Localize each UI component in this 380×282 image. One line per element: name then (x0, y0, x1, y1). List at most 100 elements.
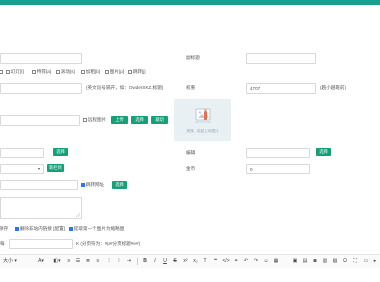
font-color-button[interactable]: A▾ (36, 258, 46, 265)
source-input[interactable] (0, 148, 44, 158)
option-label: 删除非站内链接 [配置] (19, 226, 65, 231)
image-icon[interactable]: ▣ (292, 258, 298, 265)
list-icon[interactable]: ⁝ (106, 258, 112, 265)
checkbox-icon (56, 69, 60, 74)
thumbnail-input[interactable] (0, 115, 80, 126)
resize-handle-icon (76, 213, 80, 217)
justify-icon[interactable]: ≡ (95, 258, 101, 265)
attachment-icon[interactable]: ▧ (332, 258, 338, 265)
flag-f[interactable]: 幻灯[f] (6, 69, 24, 75)
special-char-icon[interactable]: Ω (342, 258, 348, 265)
option-label: 保存 (0, 226, 9, 231)
checkbox-checked-icon (81, 182, 85, 187)
flag-label: 滚动[s] (60, 69, 75, 74)
editor-toolbar: 大小 ▾ A▾ ◧▾ ≡ ☰ ≣ ≡ ⁝ ⁞ ⇥ B I U S x² x₂ T… (0, 254, 380, 269)
checkbox-icon (32, 69, 36, 74)
title-input[interactable] (0, 53, 82, 64)
superscript-icon[interactable]: x² (182, 258, 189, 265)
clear-format-icon[interactable]: T (202, 258, 208, 265)
flag-h[interactable] (0, 69, 4, 75)
font-size-label: 大小 (3, 258, 14, 264)
bold-icon[interactable]: B (142, 258, 148, 265)
editor-body[interactable] (0, 268, 380, 282)
column-select[interactable]: ▾ (0, 164, 44, 174)
jump-url-checkbox[interactable]: 跳转网址 (81, 182, 104, 188)
table-icon[interactable]: ▦ (273, 258, 279, 265)
html-source-icon[interactable]: ▭ (362, 258, 370, 265)
italic-icon[interactable]: I (152, 258, 158, 265)
checkbox-checked-icon (69, 226, 73, 231)
flag-b[interactable]: 加粗[b] (81, 69, 100, 75)
align-left-icon[interactable]: ≡ (66, 258, 72, 265)
upload-button[interactable]: 上传 (111, 116, 128, 124)
bg-color-button[interactable]: ◧▾ (52, 258, 62, 265)
weight-value: 4707 (250, 86, 261, 91)
media-icon[interactable]: ◙ (312, 258, 318, 265)
option-save-images[interactable]: 保存 (0, 226, 8, 232)
flag-label: 跳转[j] (132, 69, 146, 74)
remote-image-label: 远程图片 (87, 117, 107, 122)
code-icon[interactable]: </> (222, 258, 230, 265)
option-first-image-thumb[interactable]: 提取第一个图片为缩略图 (69, 226, 124, 232)
font-size-select[interactable]: 大小 ▾ (3, 258, 25, 265)
subscript-icon[interactable]: x₂ (192, 258, 199, 265)
money-input[interactable]: 0 (246, 164, 310, 174)
keywords-input[interactable] (0, 83, 82, 94)
money-value: 0 (250, 167, 253, 172)
flag-label: 幻灯[f] (10, 69, 24, 74)
description-textarea[interactable] (0, 197, 82, 219)
checkbox-icon (105, 69, 109, 74)
file-icon[interactable]: ▥ (322, 258, 328, 265)
author-input[interactable] (246, 148, 310, 158)
crop-button[interactable]: 裁切 (151, 116, 168, 124)
jump-url-label: 跳转网址 (85, 182, 105, 187)
flag-a[interactable]: 特荐[a] (32, 69, 51, 75)
flag-p[interactable]: 图片[p] (105, 69, 124, 75)
quote-icon[interactable]: ❝ (212, 258, 219, 265)
link-icon[interactable]: ⚭ (233, 258, 239, 265)
upload-image-icon (195, 108, 211, 123)
redo-icon[interactable]: ↷ (253, 258, 259, 265)
money-label: 金币 (186, 166, 196, 171)
weight-input[interactable]: 4707 (246, 83, 316, 94)
top-accent-bar (0, 0, 380, 5)
checkbox-icon (6, 69, 10, 74)
select-image-button[interactable]: 选择 (131, 116, 148, 124)
align-center-icon[interactable]: ☰ (75, 258, 81, 265)
paging-prefix: 每 (0, 241, 5, 246)
video-icon[interactable]: ▤ (302, 258, 308, 265)
fullscreen-icon[interactable]: ⛶ (352, 258, 358, 265)
subtitle-input[interactable] (246, 53, 316, 64)
paging-unit: K (分页符为：#p#分页标题#e#) (76, 241, 141, 246)
weight-hint: (越小越靠前) (320, 85, 347, 90)
option-remove-links[interactable]: 删除非站内链接 [配置] (15, 226, 65, 232)
remote-image-checkbox[interactable]: 远程图片 (83, 117, 106, 123)
undo-icon[interactable]: ↶ (243, 258, 249, 265)
checkbox-icon (81, 69, 85, 74)
more-icon[interactable]: ▸ (372, 258, 378, 265)
new-column-button[interactable]: 新栏目 (47, 164, 64, 172)
paging-size-input[interactable] (9, 239, 73, 249)
flag-label: 特荐[a] (36, 69, 52, 74)
indent-icon[interactable]: ⇥ (126, 258, 132, 265)
content-options-row: 保存 删除非站内链接 [配置] 提取第一个图片为缩略图 (0, 226, 200, 233)
author-label: 编辑 (186, 150, 196, 155)
emoji-icon[interactable]: ☺ (263, 258, 269, 265)
align-right-icon[interactable]: ≣ (85, 258, 91, 265)
flag-s[interactable]: 滚动[s] (56, 69, 75, 75)
image-upload-area[interactable]: 拖拽、粘贴上传图片 (174, 99, 231, 141)
strikethrough-icon[interactable]: S (172, 258, 178, 265)
list-numbered-icon[interactable]: ⁞ (116, 258, 122, 265)
chevron-down-icon: ▾ (38, 166, 41, 171)
jump-url-input[interactable] (0, 180, 78, 190)
toolbar-divider (137, 258, 138, 265)
choose-jump-button[interactable]: 选择 (112, 181, 127, 189)
choose-source-button[interactable]: 选择 (53, 148, 68, 156)
flag-label: 加粗[b] (85, 69, 101, 74)
weight-label: 权重 (186, 85, 196, 90)
choose-author-button[interactable]: 选择 (316, 148, 331, 156)
keywords-hint: (英文逗号隔开，如：OwderSKZ,标题) (86, 85, 164, 90)
flag-j[interactable]: 跳转[j] (128, 69, 146, 75)
flags-row: 幻灯[f] 特荐[a] 滚动[s] 加粗[b] 图片[p] 跳转[j] (0, 69, 175, 76)
underline-icon[interactable]: U (162, 258, 168, 265)
